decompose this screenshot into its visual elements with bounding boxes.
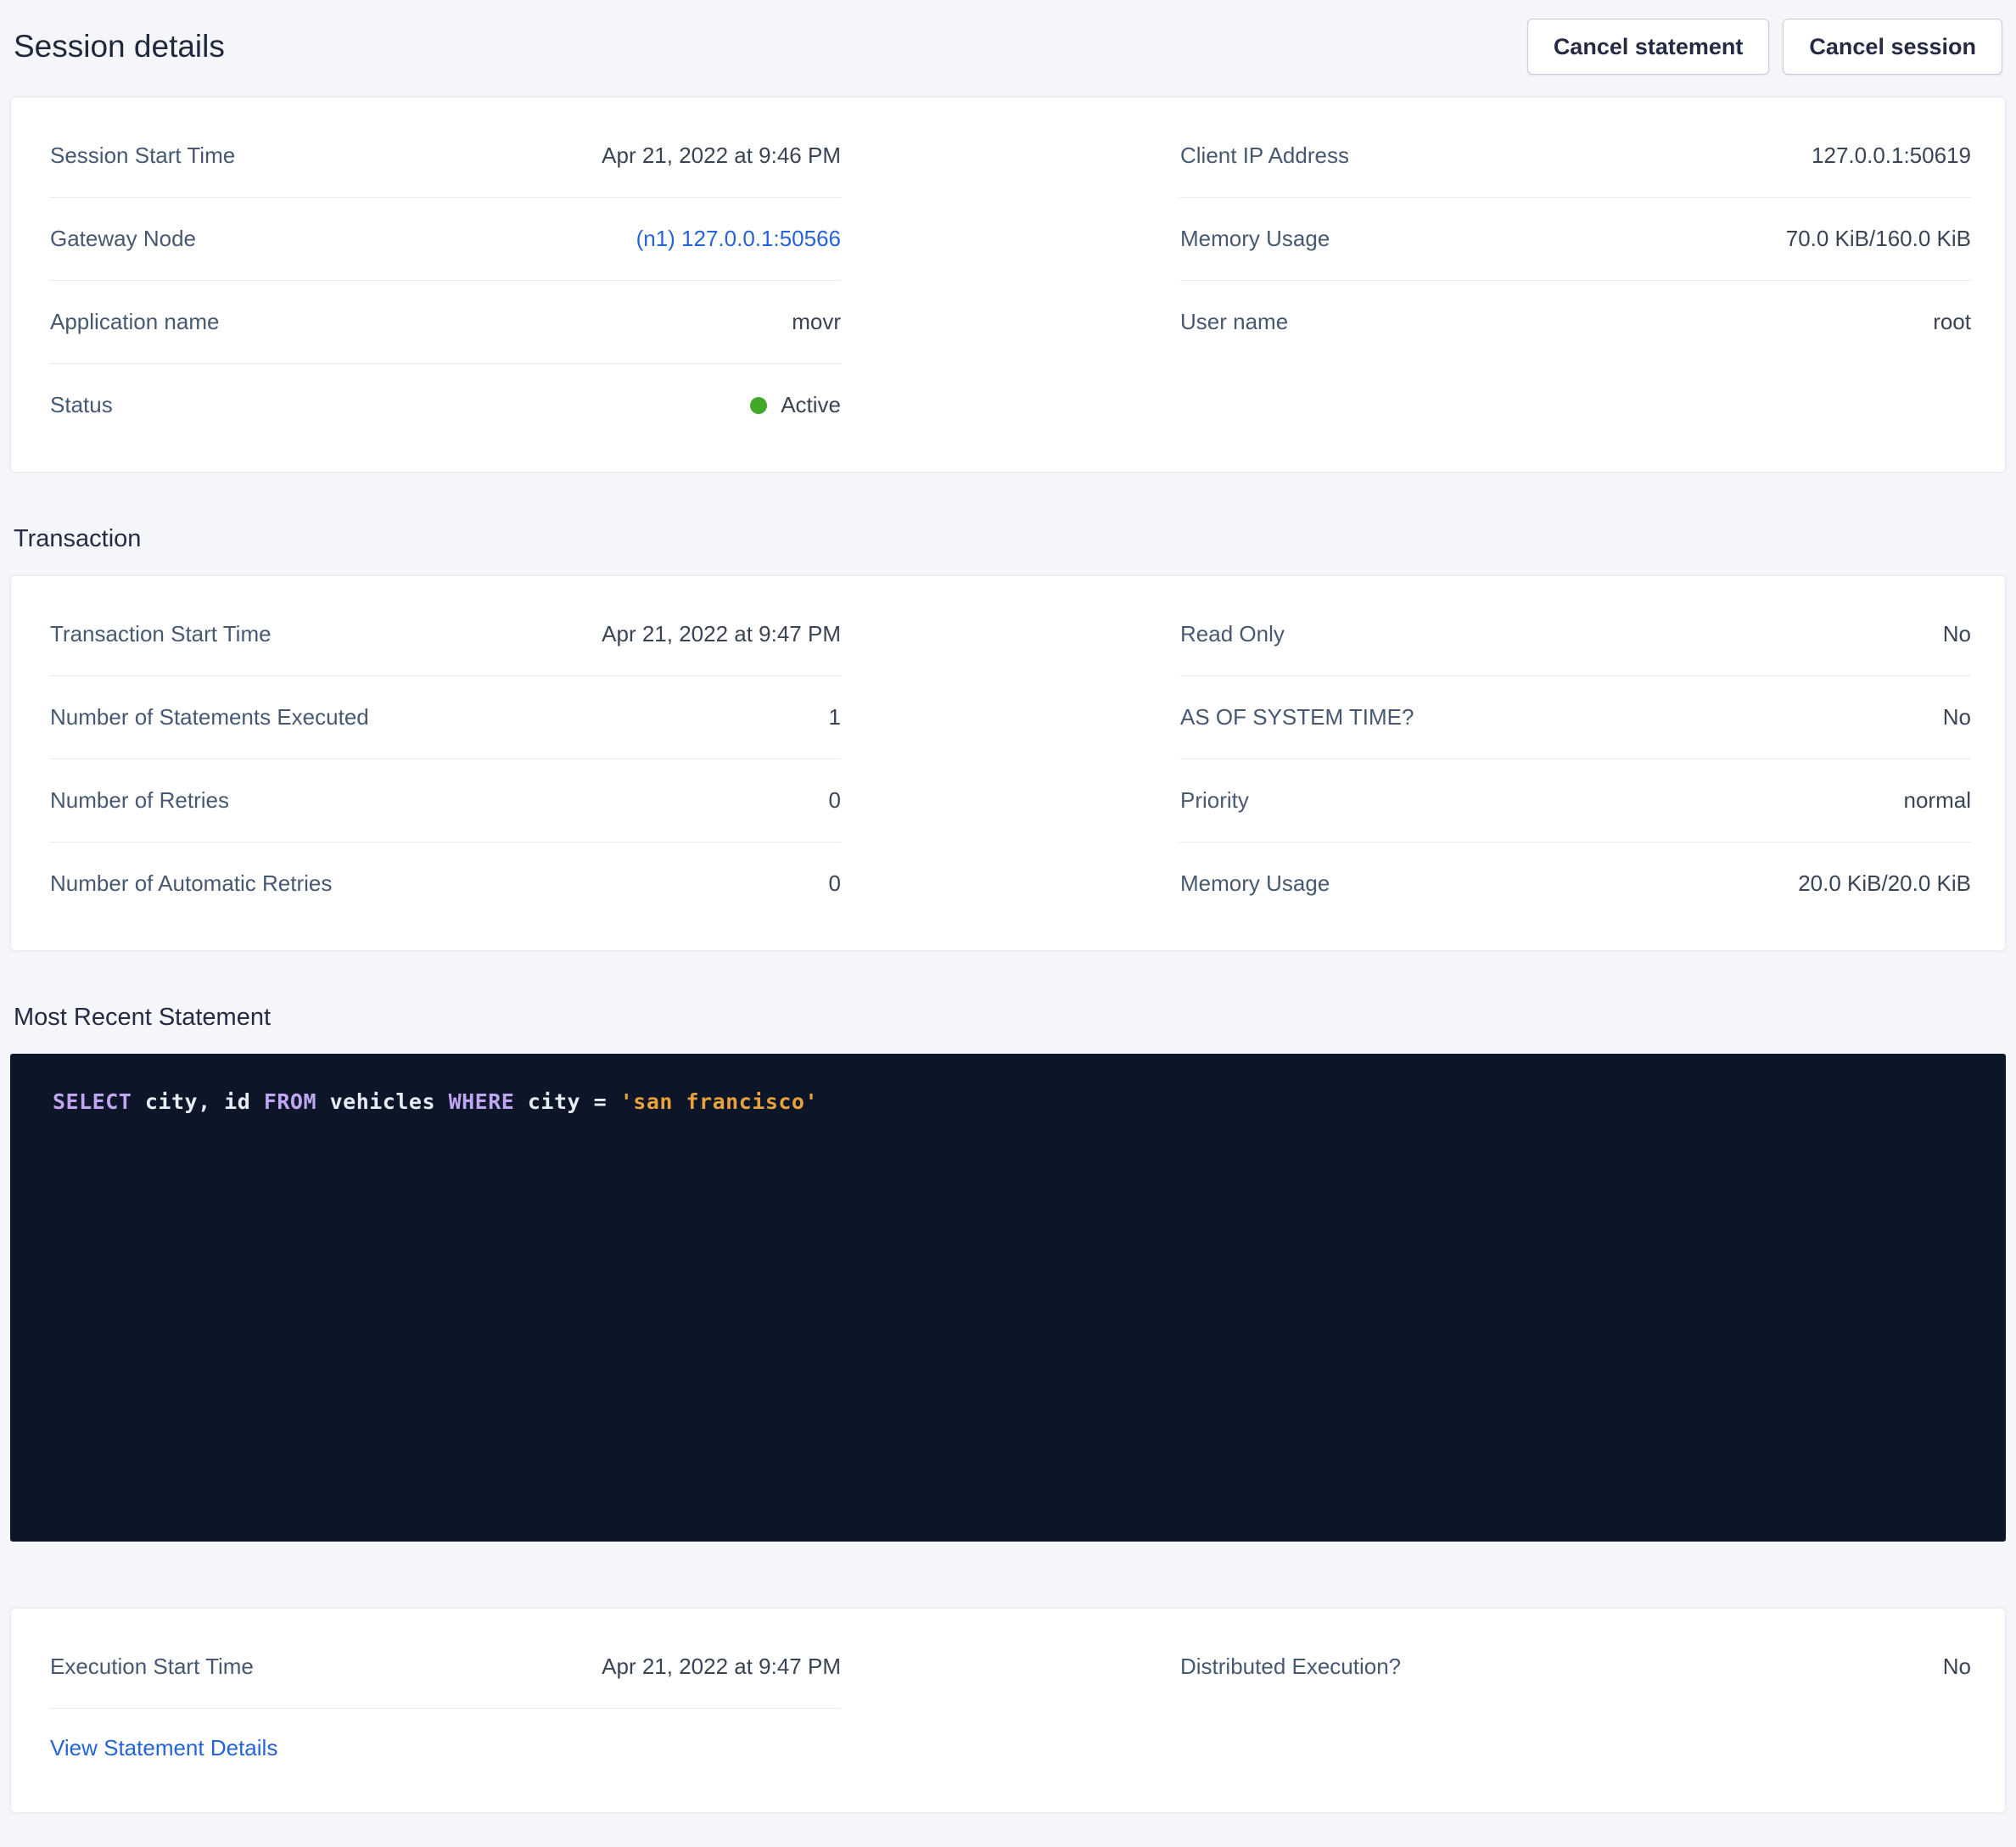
number-of-retries-row: Number of Retries 0 bbox=[50, 759, 841, 842]
session-start-time-row: Session Start Time Apr 21, 2022 at 9:46 … bbox=[50, 115, 841, 198]
row-label: Memory Usage bbox=[1180, 870, 1330, 897]
sql-keyword: FROM bbox=[264, 1089, 316, 1114]
execution-start-time-row: Execution Start Time Apr 21, 2022 at 9:4… bbox=[50, 1626, 841, 1709]
row-value: root bbox=[1933, 309, 1971, 335]
sql-plain: city, id bbox=[132, 1089, 264, 1114]
sql-plain: vehicles bbox=[316, 1089, 449, 1114]
user-name-row: User name root bbox=[1180, 281, 1971, 363]
transaction-section-heading: Transaction bbox=[14, 525, 2002, 553]
sql-statement-box: SELECT city, id FROM vehicles WHERE city… bbox=[10, 1054, 2006, 1542]
row-value: 0 bbox=[829, 870, 841, 897]
application-name-row: Application name movr bbox=[50, 281, 841, 364]
row-label: AS OF SYSTEM TIME? bbox=[1180, 704, 1414, 730]
cancel-statement-button[interactable]: Cancel statement bbox=[1527, 19, 1770, 75]
transaction-start-time-row: Transaction Start Time Apr 21, 2022 at 9… bbox=[50, 593, 841, 676]
row-value: Apr 21, 2022 at 9:47 PM bbox=[602, 1654, 841, 1680]
session-details-page: Session details Cancel statement Cancel … bbox=[0, 0, 2016, 1847]
execution-grid: Execution Start Time Apr 21, 2022 at 9:4… bbox=[11, 1609, 2005, 1812]
row-value: 0 bbox=[829, 787, 841, 814]
row-value: No bbox=[1943, 1654, 1971, 1680]
row-label: Number of Automatic Retries bbox=[50, 870, 332, 897]
sql-string-literal: 'san francisco' bbox=[620, 1089, 818, 1114]
statements-executed-row: Number of Statements Executed 1 bbox=[50, 676, 841, 759]
as-of-system-time-row: AS OF SYSTEM TIME? No bbox=[1180, 676, 1971, 759]
automatic-retries-row: Number of Automatic Retries 0 bbox=[50, 842, 841, 925]
status-active-dot-icon bbox=[750, 397, 767, 414]
row-label: Read Only bbox=[1180, 621, 1285, 647]
row-value: 1 bbox=[829, 704, 841, 730]
row-label: Transaction Start Time bbox=[50, 621, 272, 647]
row-label: Session Start Time bbox=[50, 143, 235, 169]
client-ip-row: Client IP Address 127.0.0.1:50619 bbox=[1180, 115, 1971, 198]
memory-usage-row: Memory Usage 70.0 KiB/160.0 KiB bbox=[1180, 198, 1971, 281]
row-label: User name bbox=[1180, 309, 1288, 335]
execution-right-column: Distributed Execution? No bbox=[1180, 1626, 1971, 1787]
page-header: Session details Cancel statement Cancel … bbox=[10, 0, 2006, 97]
sql-statement-text: SELECT city, id FROM vehicles WHERE city… bbox=[53, 1089, 1963, 1114]
execution-left-column: Execution Start Time Apr 21, 2022 at 9:4… bbox=[50, 1626, 841, 1787]
row-label: Memory Usage bbox=[1180, 226, 1330, 252]
sql-keyword: WHERE bbox=[449, 1089, 515, 1114]
row-value: No bbox=[1943, 704, 1971, 730]
session-summary-card: Session Start Time Apr 21, 2022 at 9:46 … bbox=[10, 97, 2006, 473]
row-label: Distributed Execution? bbox=[1180, 1654, 1401, 1680]
row-value: movr bbox=[792, 309, 841, 335]
distributed-execution-row: Distributed Execution? No bbox=[1180, 1626, 1971, 1708]
priority-row: Priority normal bbox=[1180, 759, 1971, 842]
row-label: Client IP Address bbox=[1180, 143, 1349, 169]
transaction-right-column: Read Only No AS OF SYSTEM TIME? No Prior… bbox=[1180, 593, 1971, 925]
row-value: 127.0.0.1:50619 bbox=[1812, 143, 1971, 169]
status-row: Status Active bbox=[50, 364, 841, 446]
execution-card: Execution Start Time Apr 21, 2022 at 9:4… bbox=[10, 1608, 2006, 1813]
row-label: Application name bbox=[50, 309, 219, 335]
row-label: Number of Retries bbox=[50, 787, 229, 814]
read-only-row: Read Only No bbox=[1180, 593, 1971, 676]
row-value: Apr 21, 2022 at 9:47 PM bbox=[602, 621, 841, 647]
view-statement-details-link[interactable]: View Statement Details bbox=[50, 1735, 277, 1761]
session-summary-left-column: Session Start Time Apr 21, 2022 at 9:46 … bbox=[50, 115, 841, 446]
session-summary-grid: Session Start Time Apr 21, 2022 at 9:46 … bbox=[11, 98, 2005, 472]
status-value: Active bbox=[750, 392, 841, 418]
transaction-left-column: Transaction Start Time Apr 21, 2022 at 9… bbox=[50, 593, 841, 925]
most-recent-statement-heading: Most Recent Statement bbox=[14, 1004, 2002, 1032]
transaction-card: Transaction Start Time Apr 21, 2022 at 9… bbox=[10, 575, 2006, 951]
row-value: 20.0 KiB/20.0 KiB bbox=[1798, 870, 1971, 897]
sql-keyword: SELECT bbox=[53, 1089, 132, 1114]
row-label: Priority bbox=[1180, 787, 1249, 814]
cancel-session-button[interactable]: Cancel session bbox=[1783, 19, 2002, 75]
header-buttons: Cancel statement Cancel session bbox=[1514, 19, 2002, 75]
row-value: Apr 21, 2022 at 9:46 PM bbox=[602, 143, 841, 169]
gateway-node-link[interactable]: (n1) 127.0.0.1:50566 bbox=[636, 226, 841, 252]
row-label: Execution Start Time bbox=[50, 1654, 254, 1680]
gateway-node-row: Gateway Node (n1) 127.0.0.1:50566 bbox=[50, 198, 841, 281]
view-statement-details-row: View Statement Details bbox=[50, 1709, 841, 1787]
row-label: Status bbox=[50, 392, 113, 418]
row-label: Gateway Node bbox=[50, 226, 196, 252]
transaction-grid: Transaction Start Time Apr 21, 2022 at 9… bbox=[11, 576, 2005, 950]
page-title: Session details bbox=[14, 29, 225, 64]
row-value: No bbox=[1943, 621, 1971, 647]
row-value: normal bbox=[1904, 787, 1971, 814]
sql-plain: city = bbox=[514, 1089, 619, 1114]
status-text: Active bbox=[781, 392, 841, 418]
transaction-memory-usage-row: Memory Usage 20.0 KiB/20.0 KiB bbox=[1180, 842, 1971, 925]
row-value: 70.0 KiB/160.0 KiB bbox=[1786, 226, 1971, 252]
row-label: Number of Statements Executed bbox=[50, 704, 369, 730]
session-summary-right-column: Client IP Address 127.0.0.1:50619 Memory… bbox=[1180, 115, 1971, 446]
